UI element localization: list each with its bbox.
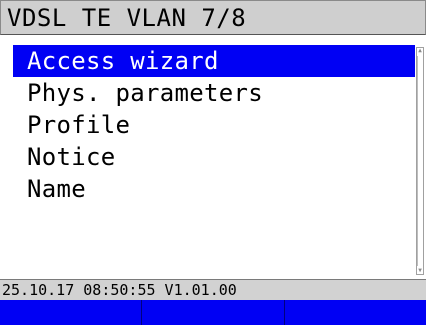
menu-item-profile[interactable]: Profile: [13, 109, 415, 141]
menu-item-label: Notice: [27, 143, 116, 171]
menu-item-label: Phys. parameters: [27, 79, 263, 107]
menu-item-access-wizard[interactable]: Access wizard: [13, 45, 415, 77]
menu-item-phys-parameters[interactable]: Phys. parameters: [13, 77, 415, 109]
menu-item-notice[interactable]: Notice: [13, 141, 415, 173]
title-bar: VDSL TE VLAN 7/8: [0, 0, 426, 35]
status-bar: 25.10.17 08:50:55 V1.01.00: [0, 279, 426, 300]
softkey-2[interactable]: [142, 300, 285, 325]
menu-item-label: Profile: [27, 111, 131, 139]
scroll-thumb[interactable]: [417, 56, 423, 266]
softkey-bar: [0, 300, 426, 325]
arrow-up-icon[interactable]: ▲: [417, 48, 423, 54]
menu-panel: Access wizard Phys. parameters Profile N…: [0, 36, 426, 275]
arrow-down-icon[interactable]: ▼: [417, 268, 423, 274]
softkey-3[interactable]: [284, 300, 426, 325]
menu-list: Access wizard Phys. parameters Profile N…: [13, 45, 415, 205]
menu-item-label: Access wizard: [27, 47, 219, 75]
menu-item-label: Name: [27, 175, 86, 203]
softkey-1[interactable]: [0, 300, 143, 325]
scrollbar[interactable]: ▲ ▼: [416, 47, 424, 275]
device-screen: VDSL TE VLAN 7/8 Access wizard Phys. par…: [0, 0, 426, 325]
screen-title: VDSL TE VLAN 7/8: [7, 4, 247, 32]
status-datetime-version: 25.10.17 08:50:55 V1.01.00: [2, 281, 237, 299]
menu-item-name[interactable]: Name: [13, 173, 415, 205]
